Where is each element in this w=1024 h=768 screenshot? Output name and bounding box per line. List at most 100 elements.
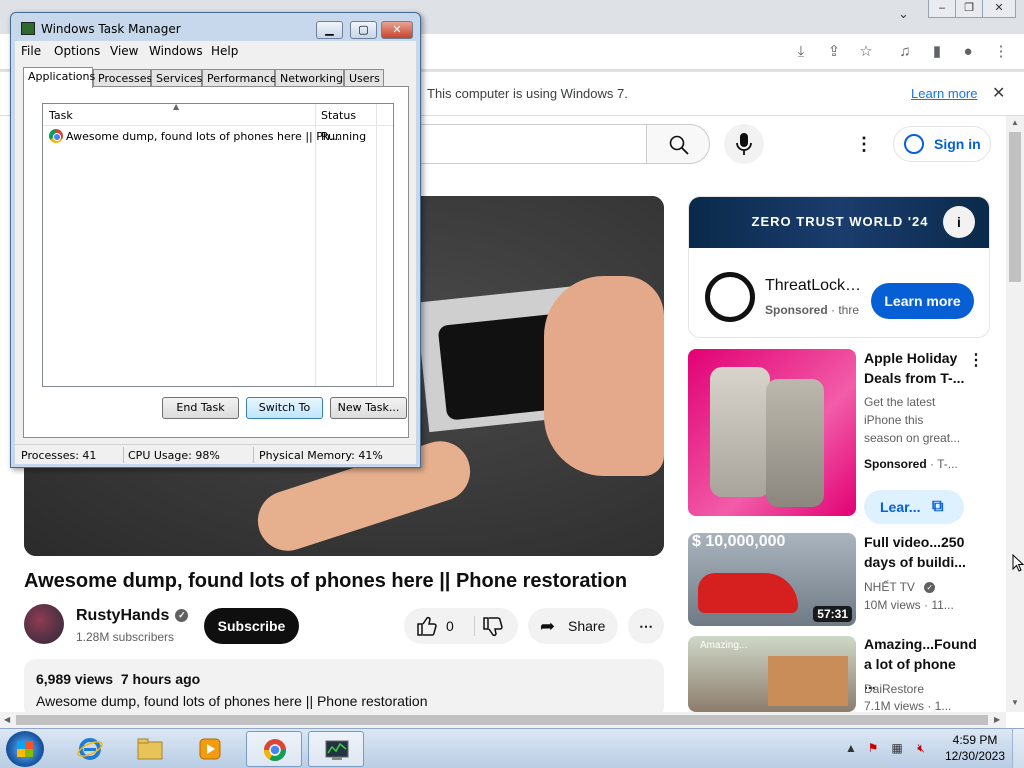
rec-description: Get the latest iPhone this season on gre… bbox=[864, 395, 961, 445]
subscribe-button[interactable]: Subscribe bbox=[204, 608, 299, 644]
infobar-learn-more-link[interactable]: Learn more bbox=[911, 86, 977, 101]
view-count: 6,989 views bbox=[36, 671, 114, 687]
windows-taskbar: ▲ ⚑ ▦ 🔇︎ 4:59 PM 12/30/2023 bbox=[0, 728, 1024, 768]
channel-avatar[interactable] bbox=[24, 604, 64, 644]
tab-processes[interactable]: Processes bbox=[93, 69, 152, 87]
show-hidden-icons[interactable]: ▲ bbox=[844, 741, 858, 755]
search-icon bbox=[669, 135, 689, 155]
side-panel-icon[interactable]: ▮ bbox=[927, 42, 947, 62]
description-box[interactable]: 6,989 views 7 hours ago Awesome dump, fo… bbox=[24, 659, 664, 719]
more-actions-button[interactable]: ⋯ bbox=[628, 608, 664, 644]
tm-minimize-button[interactable]: ▁ bbox=[316, 21, 343, 39]
minimize-button[interactable]: – bbox=[928, 0, 956, 18]
description-text: Awesome dump, found lots of phones here … bbox=[36, 693, 428, 709]
media-control-icon[interactable]: ♫ bbox=[895, 42, 915, 62]
menu-options[interactable]: Options bbox=[54, 44, 100, 58]
taskbar-task-manager[interactable] bbox=[308, 731, 364, 767]
install-icon[interactable]: ⤓ bbox=[791, 42, 811, 62]
ad-learn-more-button[interactable]: Learn more bbox=[871, 283, 974, 319]
like-button[interactable]: 0 bbox=[416, 608, 472, 644]
start-button[interactable] bbox=[6, 731, 44, 767]
menu-file[interactable]: File bbox=[21, 44, 41, 58]
profile-icon[interactable]: ● bbox=[958, 42, 978, 62]
tab-services[interactable]: Services bbox=[151, 69, 202, 87]
voice-search-button[interactable] bbox=[724, 124, 764, 164]
scroll-up-icon[interactable]: ▲ bbox=[1011, 118, 1019, 127]
task-status: Running bbox=[321, 130, 367, 143]
vertical-scrollbar[interactable]: ▲ ▼ bbox=[1006, 116, 1024, 712]
taskbar-media-player[interactable] bbox=[182, 731, 238, 767]
menu-windows[interactable]: Windows bbox=[149, 44, 203, 58]
column-status[interactable]: Status bbox=[321, 109, 356, 122]
action-center-icon[interactable]: ⚑ bbox=[866, 741, 880, 755]
new-task-button[interactable]: New Task... bbox=[330, 397, 407, 419]
menu-help[interactable]: Help bbox=[211, 44, 238, 58]
scroll-left-icon[interactable]: ◀ bbox=[4, 715, 10, 724]
task-list[interactable]: Task ▲ Status Awesome dump, found lots o… bbox=[42, 102, 394, 387]
rec-learn-more-button[interactable]: Lear... ⧉ bbox=[864, 490, 964, 524]
dislike-button[interactable] bbox=[480, 608, 510, 644]
scroll-right-icon[interactable]: ▶ bbox=[994, 715, 1000, 724]
menu-view[interactable]: View bbox=[110, 44, 138, 58]
tab-search-icon[interactable]: ⌄ bbox=[898, 6, 909, 22]
taskbar-explorer[interactable] bbox=[122, 731, 178, 767]
vertical-scroll-thumb[interactable] bbox=[1009, 132, 1021, 282]
chrome-menu-icon[interactable]: ⋮ bbox=[991, 42, 1011, 62]
thumbs-down-icon bbox=[483, 617, 503, 637]
view-stats: 6,989 views 7 hours ago bbox=[36, 671, 652, 687]
video-hand bbox=[544, 276, 664, 476]
ad-info-icon[interactable]: i bbox=[943, 206, 975, 238]
tm-body: Applications Processes Services Performa… bbox=[15, 61, 416, 444]
rec-thumbnail[interactable]: $ 10,000,000 57:31 bbox=[688, 533, 856, 626]
like-divider bbox=[474, 616, 475, 636]
media-player-icon bbox=[199, 738, 221, 760]
tm-maximize-button[interactable]: ▢ bbox=[350, 21, 377, 39]
switch-to-button[interactable]: Switch To bbox=[246, 397, 323, 419]
share-icon[interactable]: ⇪ bbox=[824, 42, 844, 62]
volume-muted-icon[interactable]: 🔇︎ bbox=[914, 741, 928, 755]
tab-networking[interactable]: Networking bbox=[275, 69, 344, 87]
tab-users[interactable]: Users bbox=[344, 69, 384, 87]
show-desktop-button[interactable] bbox=[1012, 729, 1024, 768]
thumb-overlay-text: Amazing... bbox=[700, 640, 748, 651]
rec-thumbnail[interactable] bbox=[688, 349, 856, 516]
tm-close-button[interactable]: ✕ bbox=[381, 21, 413, 39]
like-count: 0 bbox=[446, 618, 454, 634]
task-manager-window[interactable]: Windows Task Manager ▁ ▢ ✕ File Options … bbox=[10, 12, 421, 468]
rec-more-icon[interactable]: ⋮ bbox=[968, 350, 984, 370]
chrome-icon bbox=[264, 739, 286, 761]
bookmark-star-icon[interactable]: ☆ bbox=[856, 42, 876, 62]
table-row[interactable]: Awesome dump, found lots of phones here … bbox=[43, 127, 393, 145]
settings-more-icon[interactable]: ⋮ bbox=[852, 132, 876, 156]
duration-badge: 57:31 bbox=[813, 606, 852, 622]
share-button[interactable]: ➦ Share bbox=[528, 608, 618, 644]
clock-date[interactable]: 12/30/2023 bbox=[944, 749, 1006, 763]
restore-button[interactable]: ❐ bbox=[955, 0, 983, 18]
verified-icon: ✓ bbox=[924, 582, 936, 594]
infobar-close-icon[interactable]: ✕ bbox=[992, 83, 1005, 103]
folder-icon bbox=[137, 738, 163, 760]
taskbar-internet-explorer[interactable] bbox=[62, 731, 118, 767]
close-window-button[interactable]: ✕ bbox=[982, 0, 1016, 18]
tab-applications[interactable]: Applications bbox=[23, 67, 95, 88]
rec-title[interactable]: Apple Holiday Deals from T-... bbox=[864, 348, 969, 388]
sponsored-ad-card[interactable]: ZERO TRUST WORLD '24 i ThreatLock… Spons… bbox=[688, 196, 990, 338]
end-task-button[interactable]: End Task bbox=[162, 397, 239, 419]
search-button[interactable] bbox=[646, 124, 710, 164]
rec-thumbnail[interactable]: Amazing... bbox=[688, 636, 856, 712]
horizontal-scroll-thumb[interactable] bbox=[16, 715, 988, 725]
ad-banner[interactable]: ZERO TRUST WORLD '24 i bbox=[689, 197, 989, 248]
scroll-down-icon[interactable]: ▼ bbox=[1011, 698, 1019, 707]
column-task[interactable]: Task bbox=[49, 109, 73, 122]
clock-time[interactable]: 4:59 PM bbox=[944, 733, 1006, 747]
network-icon[interactable]: ▦ bbox=[890, 741, 904, 755]
tab-performance[interactable]: Performance bbox=[202, 69, 277, 87]
sign-in-button[interactable]: Sign in bbox=[893, 126, 991, 162]
taskbar-chrome[interactable] bbox=[246, 731, 302, 767]
rec-title[interactable]: Full video...250 days of buildi... bbox=[864, 532, 969, 572]
horizontal-scrollbar[interactable]: ◀ ▶ bbox=[0, 712, 1006, 728]
task-manager-icon bbox=[325, 740, 349, 760]
account-icon bbox=[904, 134, 924, 154]
chrome-icon bbox=[49, 129, 63, 143]
channel-name[interactable]: RustyHands ✓ bbox=[76, 607, 189, 625]
